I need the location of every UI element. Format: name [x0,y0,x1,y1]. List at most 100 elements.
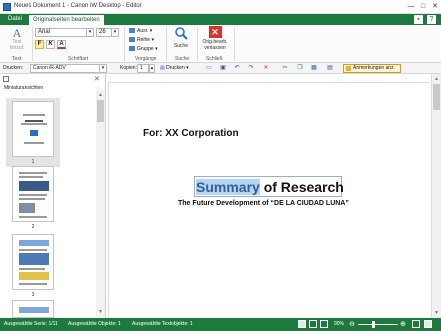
open-folder-icon[interactable]: ▭ [205,65,213,72]
thumbnail-page-2[interactable]: 2 [6,166,60,230]
thumbnail-page-number: 2 [31,224,35,230]
window-title: Neues Dokument 1 - Canon iW Desktop - Ed… [14,3,142,9]
maximize-button[interactable]: □ [417,1,429,12]
search-button[interactable]: Suche [170,26,192,54]
document-page[interactable]: For: XX Corporation Summary of Research … [108,82,430,318]
font-size-select[interactable]: 26 [96,28,112,37]
bold-button[interactable]: F [35,40,44,49]
tab-file[interactable]: Datei [4,14,26,25]
group-separator [197,27,198,61]
pane-options-icon[interactable] [3,76,9,82]
document-title: Summary of Research [196,179,344,195]
info-icon[interactable]: ? [427,15,436,24]
group-separator [166,27,167,61]
help-icon[interactable]: ▪ [414,15,423,24]
search-group-label: Suche [175,56,190,62]
app-icon [3,3,11,11]
scroll-down-icon[interactable]: ▼ [97,309,104,315]
save-icon[interactable]: ▣ [219,65,227,72]
title-textbox[interactable]: Summary of Research [194,176,344,197]
undo-icon[interactable]: ↶ [233,65,241,72]
minimize-button[interactable]: — [405,1,417,12]
group-icon [129,46,135,52]
copies-input[interactable]: 1 [137,64,149,73]
print-toolbar: Drucken: Canon iR-ADV ▾ Kopien: 1 ▴ ▤ Dr… [0,63,441,74]
order-icon [129,37,135,43]
thumbnail-image [12,166,54,222]
copy-icon[interactable]: ❐ [296,65,304,72]
close-window-button[interactable]: ✕ [429,1,441,12]
zoom-out-icon[interactable]: ⊖ [349,320,355,328]
redo-icon[interactable]: ↷ [247,65,255,72]
two-page-view-icon[interactable] [309,320,317,328]
exit-edit-label: Orig.bearb. verlassen [202,39,228,51]
close-red-icon: ✕ [208,26,222,38]
scroll-up-icon[interactable]: ▲ [433,76,440,82]
printer-dropdown[interactable]: ▾ [99,64,107,73]
exit-edit-button[interactable]: ✕ Orig.bearb. verlassen [200,26,230,54]
paste-icon[interactable]: ▦ [310,65,318,72]
scrollbar-thumb[interactable] [433,84,440,110]
ribbon: A Text hinzuf. Text Arial ▾ 26 ▾ F K A S… [0,25,441,63]
add-text-icon: A [12,26,22,40]
tab-edit-original[interactable]: Originalseiten bearbeiten [28,14,105,25]
order-menu[interactable]: Reihe ▾ [129,37,154,43]
process-group-label: Vorgänge [135,56,157,62]
fit-page-icon[interactable] [412,320,420,328]
copies-stepper[interactable]: ▴ [149,64,155,73]
printer-icon: ▤ [160,65,165,71]
add-text-button[interactable]: A Text hinzuf. [7,27,27,55]
group-separator [32,27,33,61]
thumbnail-scrollbar[interactable]: ▲ ▼ [96,90,105,318]
thumbnail-pane-header: ✕ Miniaturansichten [0,74,106,91]
font-color-button[interactable]: A [57,40,66,49]
thumbnail-pane-title: Miniaturansichten [4,85,44,91]
selected-text: Summary [196,179,260,195]
group-menu[interactable]: Gruppe ▾ [129,46,158,52]
for-line[interactable]: For: XX Corporation [143,128,239,139]
add-text-label: Text hinzuf. [9,39,25,51]
thumbnail-page-3[interactable]: 3 [6,234,60,298]
ribbon-tabs: Datei Originalseiten bearbeiten ▪ ? [0,14,441,25]
zoom-slider-track[interactable] [358,324,398,325]
font-size-dropdown[interactable]: ▾ [111,28,119,37]
view-menu-icon[interactable]: ▤ [326,65,334,72]
thumbnail-view-icon[interactable] [320,320,328,328]
print-button[interactable]: ▤ Drucken ▾ [160,65,189,71]
document-scrollbar[interactable]: ▲ ▼ [431,74,441,318]
delete-icon[interactable]: ✕ [262,65,270,72]
thumbnail-page-4[interactable] [6,300,60,318]
scroll-down-icon[interactable]: ▼ [433,310,440,316]
zoom-slider-handle[interactable] [372,321,375,328]
status-selected-series: Ausgewählte Serie: 1/11 [4,321,58,327]
show-annotations-button[interactable]: Anmerkungen anz. [343,64,401,73]
annotation-icon [346,66,351,71]
align-menu[interactable]: Ausr. ▾ [129,28,152,34]
zoom-in-icon[interactable]: ⊕ [400,320,406,328]
status-selected-textobjects: Ausgewählte Textobjekte: 1 [132,321,193,327]
close-pane-icon[interactable]: ✕ [94,75,100,83]
font-family-dropdown[interactable]: ▾ [86,28,94,37]
font-family-select[interactable]: Arial [35,28,87,37]
single-page-view-icon[interactable] [298,320,306,328]
scrollbar-thumb[interactable] [97,100,104,122]
copies-label: Kopien: [120,65,137,71]
title-bar: Neues Dokument 1 - Canon iW Desktop - Ed… [0,0,441,14]
scroll-up-icon[interactable]: ▲ [97,92,104,98]
group-separator [234,27,235,61]
align-icon [129,28,135,34]
close-group-label: Schließ [206,56,223,62]
fit-width-icon[interactable] [424,320,432,328]
thumbnail-pane: ✕ Miniaturansichten 1 2 3 ▲ ▼ [0,74,106,318]
thumbnail-page-1[interactable]: 1 [6,98,60,167]
printer-select[interactable]: Canon iR-ADV [30,64,100,73]
thumbnail-image [12,101,54,157]
italic-button[interactable]: K [46,40,55,49]
cut-icon[interactable]: ✂ [281,65,289,72]
zoom-level: 90% [334,321,345,327]
print-label: Drucken: [3,65,24,71]
font-group-label: Schriftart [68,56,89,62]
document-subtitle[interactable]: The Future Development of “DE LA CIUDAD … [178,200,349,207]
text-group-label: Text [12,56,22,62]
thumbnail-page-number: 3 [31,292,35,298]
